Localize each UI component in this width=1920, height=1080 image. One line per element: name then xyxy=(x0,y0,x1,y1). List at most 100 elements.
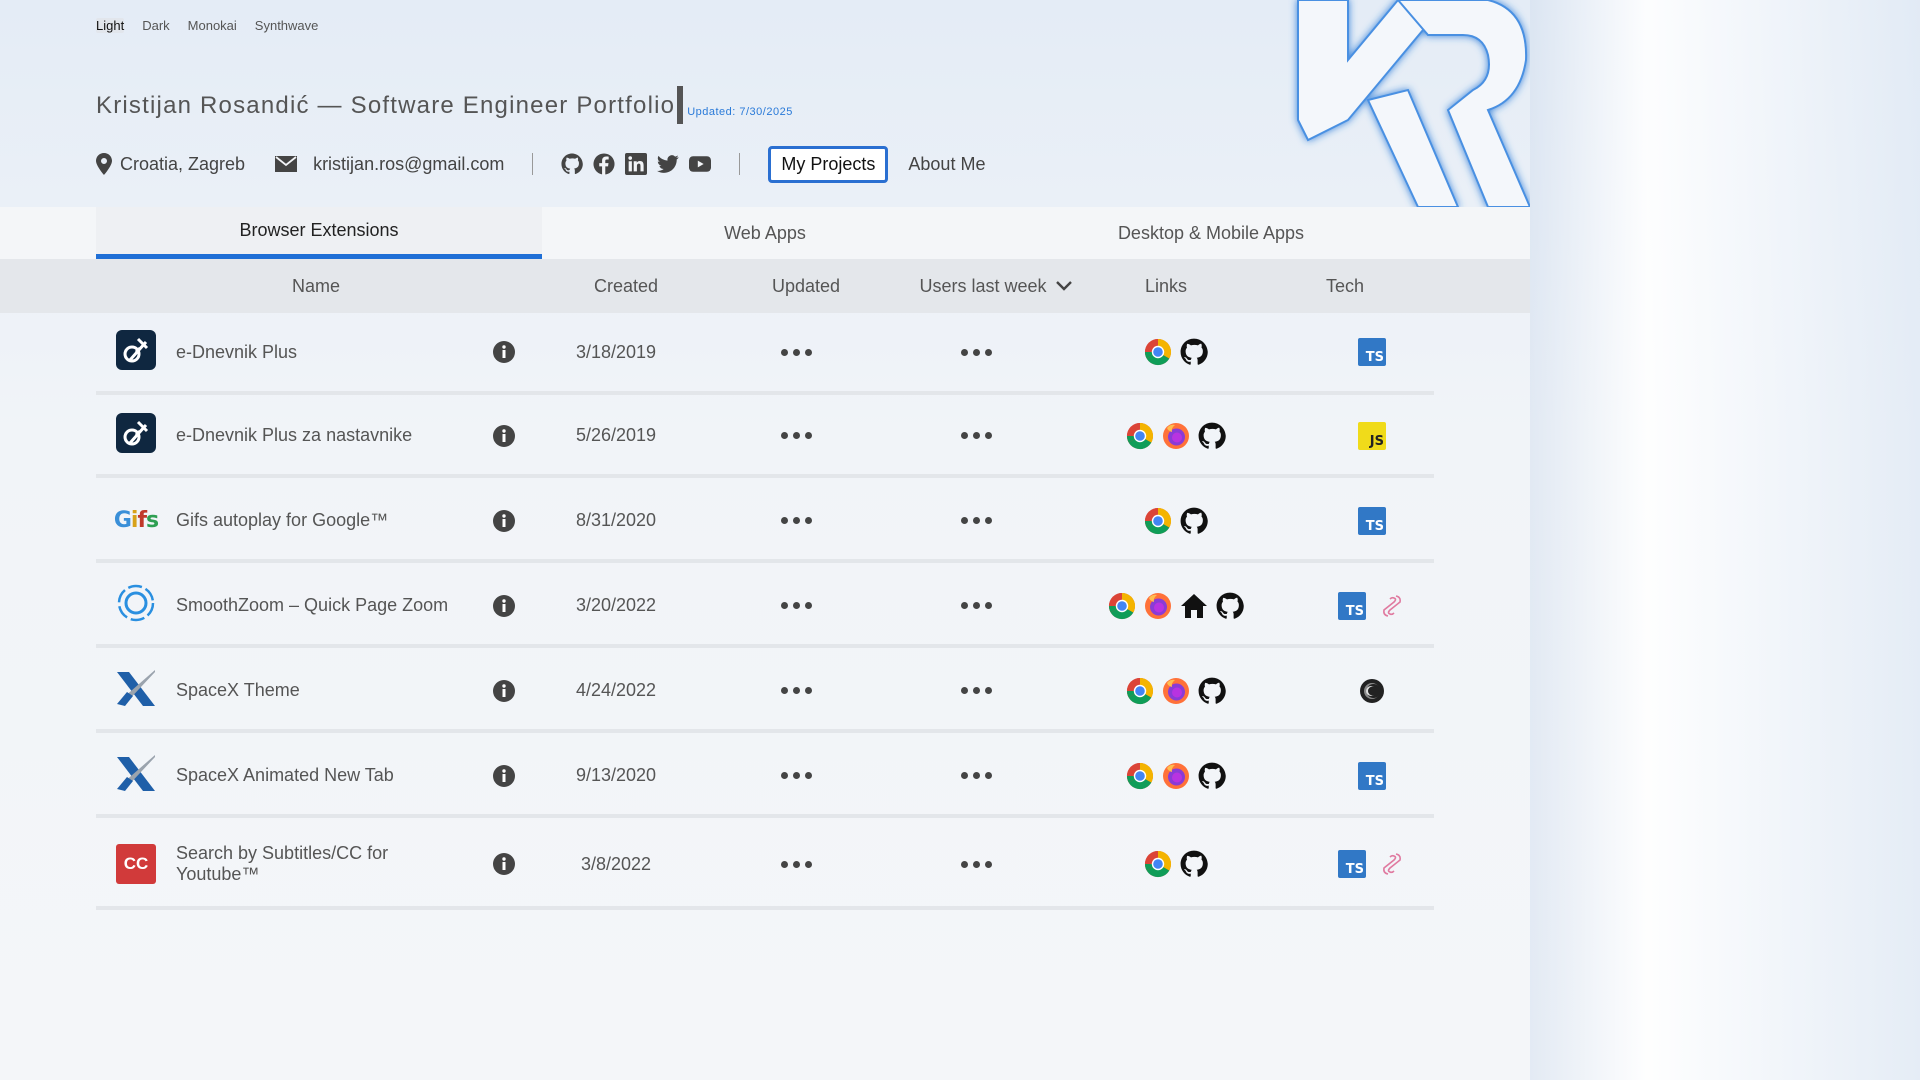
updated-more-icon[interactable] xyxy=(780,860,812,868)
firefox-link-icon[interactable] xyxy=(1162,762,1190,790)
column-tech: Tech xyxy=(1325,275,1365,296)
chrome-link-icon[interactable] xyxy=(1126,422,1154,450)
links-cell xyxy=(1056,737,1296,814)
my-projects-button[interactable]: My Projects xyxy=(768,145,889,183)
tab-browser-extensions[interactable]: Browser Extensions xyxy=(96,207,542,259)
app-name: e-Dnevnik Plus za nastavnike xyxy=(176,425,413,445)
facebook-icon[interactable] xyxy=(593,153,615,175)
created-date: 4/24/2022 xyxy=(575,680,657,700)
chrome-link-icon[interactable] xyxy=(1144,507,1172,535)
envelope-icon xyxy=(275,156,298,172)
youtube-icon[interactable] xyxy=(689,153,712,175)
updated-more-icon[interactable] xyxy=(780,687,812,694)
users-cell xyxy=(936,822,1016,906)
users-more-icon[interactable] xyxy=(960,687,992,694)
updated-more-icon[interactable] xyxy=(780,517,812,524)
app-icon-cell: CC xyxy=(116,822,156,906)
links-cell xyxy=(1056,397,1296,474)
chevron-down-icon xyxy=(1055,281,1072,291)
theme-dark-button[interactable]: Dark xyxy=(142,18,169,33)
users-cell xyxy=(936,482,1016,559)
updated-more-icon[interactable] xyxy=(780,348,812,356)
page-title: Kristijan Rosandić — Software Engineer P… xyxy=(96,92,676,119)
users-more-icon[interactable] xyxy=(960,348,992,356)
info-icon[interactable] xyxy=(492,737,516,814)
tab-web-apps[interactable]: Web Apps xyxy=(542,207,988,259)
github-link-icon[interactable] xyxy=(1198,422,1226,450)
home-link-icon[interactable] xyxy=(1180,592,1208,620)
users-more-icon[interactable] xyxy=(960,517,992,524)
location: Croatia, Zagreb xyxy=(96,153,245,175)
tech-cell: TS xyxy=(1292,737,1452,814)
users-more-icon[interactable] xyxy=(960,772,992,779)
firefox-link-icon[interactable] xyxy=(1144,592,1172,620)
theme-light-button[interactable]: Light xyxy=(96,18,125,33)
info-icon[interactable] xyxy=(492,482,516,559)
column-users[interactable]: Users last week xyxy=(896,259,1096,313)
gifs-logo-icon: Gifs xyxy=(113,508,159,533)
info-icon[interactable] xyxy=(492,822,516,906)
email-link[interactable]: kristijan.ros@gmail.com xyxy=(313,154,504,175)
updated-more-icon[interactable] xyxy=(780,432,812,439)
created-date: 9/13/2020 xyxy=(575,765,657,785)
firefox-link-icon[interactable] xyxy=(1162,677,1190,705)
github-icon[interactable] xyxy=(561,153,584,175)
theme-synthwave-button[interactable]: Synthwave xyxy=(255,18,319,33)
app-name: Search by Subtitles/CC for Youtube™ xyxy=(176,843,389,884)
column-name[interactable]: Name xyxy=(96,259,536,313)
spacex-logo-icon xyxy=(115,668,157,713)
tab-desktop-mobile-apps[interactable]: Desktop & Mobile Apps xyxy=(988,207,1434,259)
svelte-icon xyxy=(1378,592,1406,620)
tech-cell: TS xyxy=(1292,567,1452,644)
column-users-label: Users last week xyxy=(919,275,1047,296)
svelte-icon xyxy=(1378,850,1406,878)
github-link-icon[interactable] xyxy=(1198,762,1226,790)
typescript-icon: TS xyxy=(1338,850,1366,878)
users-cell xyxy=(936,313,1016,391)
info-icon[interactable] xyxy=(492,567,516,644)
dark-reader-icon xyxy=(1358,677,1386,705)
ednevnik-logo-icon xyxy=(116,329,156,375)
github-link-icon[interactable] xyxy=(1198,677,1226,705)
created-date: 3/20/2022 xyxy=(575,595,657,615)
updated-cell xyxy=(756,313,836,391)
table-row: SmoothZoom – Quick Page Zoom 3/20/2022 TS xyxy=(96,567,1434,648)
github-link-icon[interactable] xyxy=(1216,592,1244,620)
smoothzoom-logo-icon xyxy=(116,583,156,628)
updated-more-icon[interactable] xyxy=(780,602,812,609)
table-row: e-Dnevnik Plus 3/18/2019 TS xyxy=(96,313,1434,395)
chrome-link-icon[interactable] xyxy=(1126,762,1154,790)
twitter-icon[interactable] xyxy=(657,153,680,175)
github-link-icon[interactable] xyxy=(1180,338,1208,366)
created-date: 5/26/2019 xyxy=(575,425,657,445)
updated-cell xyxy=(756,397,836,474)
updated-more-icon[interactable] xyxy=(780,772,812,779)
users-more-icon[interactable] xyxy=(960,602,992,609)
typescript-icon: TS xyxy=(1358,506,1386,535)
info-icon[interactable] xyxy=(492,652,516,729)
updated-date: Updated: 7/30/2025 xyxy=(687,106,793,118)
users-more-icon[interactable] xyxy=(960,860,992,868)
firefox-link-icon[interactable] xyxy=(1162,422,1190,450)
github-link-icon[interactable] xyxy=(1180,850,1208,878)
about-me-button[interactable]: About Me xyxy=(896,147,997,182)
links-cell xyxy=(1056,652,1296,729)
theme-monokai-button[interactable]: Monokai xyxy=(188,18,237,33)
updated-cell xyxy=(756,567,836,644)
column-created[interactable]: Created xyxy=(546,259,706,313)
column-updated[interactable]: Updated xyxy=(736,259,876,313)
linkedin-icon[interactable] xyxy=(625,153,648,175)
chrome-link-icon[interactable] xyxy=(1144,850,1172,878)
users-more-icon[interactable] xyxy=(960,432,992,439)
created-date: 3/18/2019 xyxy=(575,341,657,362)
typescript-icon: TS xyxy=(1338,591,1366,620)
table-header: Name Created Updated Users last week Lin… xyxy=(0,259,1530,313)
info-icon[interactable] xyxy=(492,313,516,391)
github-link-icon[interactable] xyxy=(1180,507,1208,535)
chrome-link-icon[interactable] xyxy=(1126,677,1154,705)
chrome-link-icon[interactable] xyxy=(1108,592,1136,620)
chrome-link-icon[interactable] xyxy=(1144,338,1172,366)
info-icon[interactable] xyxy=(492,397,516,474)
table-row: CC Search by Subtitles/CC for Youtube™ 3/8… xyxy=(96,822,1434,910)
email[interactable]: kristijan.ros@gmail.com xyxy=(275,154,504,175)
